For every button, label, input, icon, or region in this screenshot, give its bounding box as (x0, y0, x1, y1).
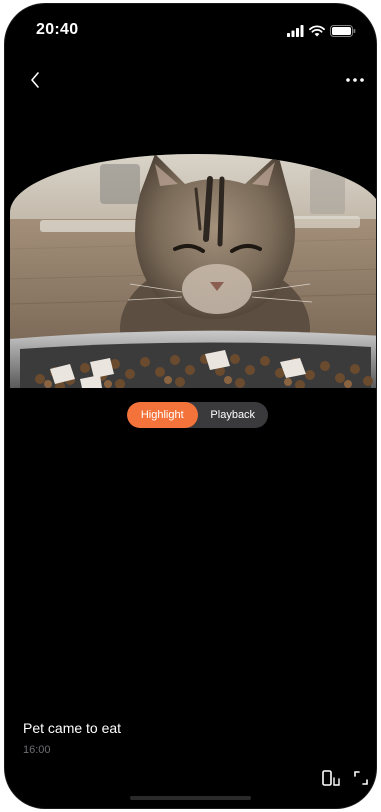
app-screen: 20:40 Highlight Playback Pet came to eat… (5, 4, 376, 808)
battery-icon (330, 25, 356, 37)
status-time: 20:40 (36, 21, 79, 38)
tab-playback[interactable]: Playback (198, 402, 269, 428)
cellular-signal-icon (287, 25, 304, 37)
more-options-button[interactable] (342, 70, 368, 90)
video-player[interactable] (10, 154, 376, 388)
event-title: Pet came to eat (23, 720, 122, 736)
fullscreen-button[interactable] (350, 767, 372, 789)
mode-toggle: Highlight Playback (127, 402, 268, 428)
status-bar: 20:40 (5, 4, 376, 50)
event-time: 16:00 (23, 744, 51, 756)
home-indicator (130, 796, 251, 800)
wifi-icon (309, 25, 325, 37)
portrait-mode-icon (322, 770, 340, 786)
more-horizontal-icon (346, 78, 364, 82)
portrait-mode-button[interactable] (321, 767, 343, 789)
video-thumbnail (10, 154, 376, 388)
back-button[interactable] (23, 66, 47, 94)
fullscreen-icon (354, 771, 368, 785)
status-icons (287, 24, 356, 38)
chevron-left-icon (31, 72, 39, 88)
tab-highlight[interactable]: Highlight (127, 402, 198, 428)
